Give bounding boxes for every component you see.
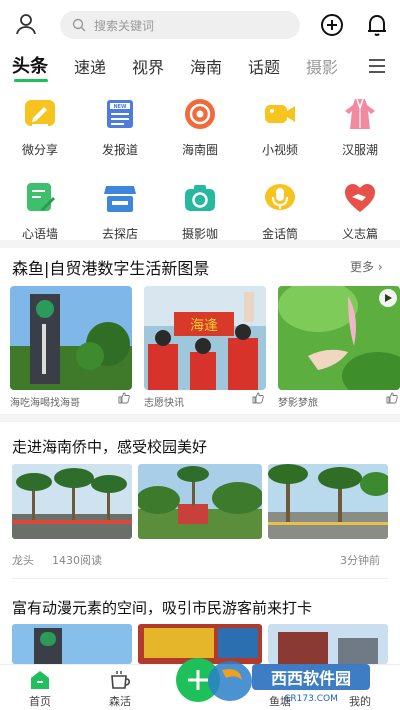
article-title: 走进海南侨中，感受校园美好 [12, 438, 208, 456]
grid-item-short-video[interactable]: 小视频 [240, 96, 320, 162]
article-photo [12, 624, 132, 664]
channel-tabs: 头条 速递 视界 海南 话题 摄影 [0, 50, 400, 84]
search-bar[interactable]: 搜索关键词 [60, 11, 300, 39]
tab-topics[interactable]: 话题 [248, 54, 280, 78]
bell-icon[interactable] [366, 13, 388, 37]
camera-icon [185, 185, 215, 211]
watermark-graphic: 西西软件园 CR173.COM [208, 661, 370, 704]
grid-item-photo-cafe[interactable]: 摄影咖 [160, 180, 240, 246]
grid-label: 汉服潮 [341, 143, 378, 157]
active-tab-indicator [14, 79, 48, 82]
grid-item-micro-share[interactable]: 微分享 [0, 96, 80, 162]
article-source: 龙头 [12, 554, 34, 567]
article-photo [12, 464, 132, 539]
target-circle-icon [185, 99, 215, 129]
note-edit-icon [27, 183, 55, 211]
article-reads: 1430阅读 [52, 554, 102, 567]
card-photo-volunteers: 海逢 [144, 286, 266, 390]
svg-text:NEW: NEW [113, 104, 127, 110]
share-pen-icon [25, 100, 55, 126]
cup-icon [111, 671, 130, 689]
grid-item-hanfu[interactable]: 汉服潮 [320, 96, 400, 162]
card-caption: 志愿快讯 [144, 398, 184, 409]
card-caption: 海吃海喝找海哥 [10, 398, 80, 409]
tab-hainan[interactable]: 海南 [190, 54, 222, 78]
thumbs-up-icon[interactable] [386, 392, 398, 404]
home-icon [31, 671, 49, 689]
grid-label: 微分享 [21, 143, 58, 157]
grid-item-hainan-circle[interactable]: 海南圈 [160, 96, 240, 162]
article-title: 富有动漫元素的空间，吸引市民游客前来打卡 [12, 599, 313, 617]
nav-label: 森活 [109, 695, 131, 708]
grid-label: 小视频 [261, 143, 298, 157]
media-card[interactable]: 海逢 [144, 286, 266, 390]
video-camera-icon [265, 105, 295, 123]
user-icon[interactable] [14, 12, 38, 36]
grid-item-visit-store[interactable]: 去探店 [80, 180, 160, 246]
grid-item-post-report[interactable]: NEW 发报道 [80, 96, 160, 162]
heart-hand-icon [345, 184, 375, 212]
hanfu-dress-icon [345, 98, 375, 129]
list-divider [12, 578, 388, 579]
watermark-logo: 西西软件园 CR173.COM [200, 656, 400, 706]
nav-life[interactable]: 森活 [90, 665, 150, 710]
svg-text:CR173.COM: CR173.COM [284, 694, 338, 704]
media-card[interactable] [10, 286, 132, 390]
search-placeholder: 搜索关键词 [94, 19, 155, 33]
nav-label: 首页 [29, 695, 51, 708]
photo-sign-tower [12, 624, 132, 664]
tab-photography[interactable]: 摄影 [306, 54, 338, 78]
card-caption: 梦影梦旅 [278, 398, 318, 409]
section-divider [0, 240, 400, 248]
grid-item-golden-mic[interactable]: 金话筒 [240, 180, 320, 246]
article-time: 3分钟前 [340, 554, 380, 567]
grid-item-volunteer[interactable]: 义志篇 [320, 180, 400, 246]
article-photo [268, 464, 388, 539]
top-header: 搜索关键词 [0, 0, 400, 50]
svg-text:西西软件园: 西西软件园 [271, 669, 351, 688]
feature-grid: 微分享 NEW 发报道 海南圈 小视频 汉服潮 心语墙 去探店 摄影咖 金话筒 … [0, 96, 400, 246]
card-photo-lotus [278, 286, 400, 390]
grid-label: 海南圈 [181, 143, 218, 157]
card-photo-school-sign [10, 286, 132, 390]
article-photo [138, 464, 262, 539]
microphone-icon [265, 184, 295, 210]
photo-campus-garden [138, 464, 262, 539]
more-link[interactable]: 更多 › [350, 258, 383, 275]
grid-item-heart-wall[interactable]: 心语墙 [0, 180, 80, 246]
nav-home[interactable]: 首页 [10, 665, 70, 710]
tab-express[interactable]: 速递 [74, 54, 106, 78]
tab-headlines[interactable]: 头条 [12, 52, 48, 78]
photo-palm-street [12, 464, 132, 539]
section-divider [0, 414, 400, 422]
tab-vision[interactable]: 视界 [132, 54, 164, 78]
section-title: 森鱼|自贸港数字生活新图景 [12, 259, 210, 278]
plus-circle-icon[interactable] [320, 13, 344, 37]
svg-text:海逢: 海逢 [190, 318, 218, 334]
media-card[interactable] [278, 286, 400, 390]
photo-tree-lined-road [268, 464, 388, 539]
news-icon: NEW [107, 100, 133, 128]
grid-label: 发报道 [101, 143, 138, 157]
store-icon [104, 186, 136, 212]
thumbs-up-icon[interactable] [118, 392, 130, 404]
thumbs-up-icon[interactable] [252, 392, 264, 404]
menu-icon[interactable] [368, 58, 386, 74]
search-icon [72, 18, 86, 32]
